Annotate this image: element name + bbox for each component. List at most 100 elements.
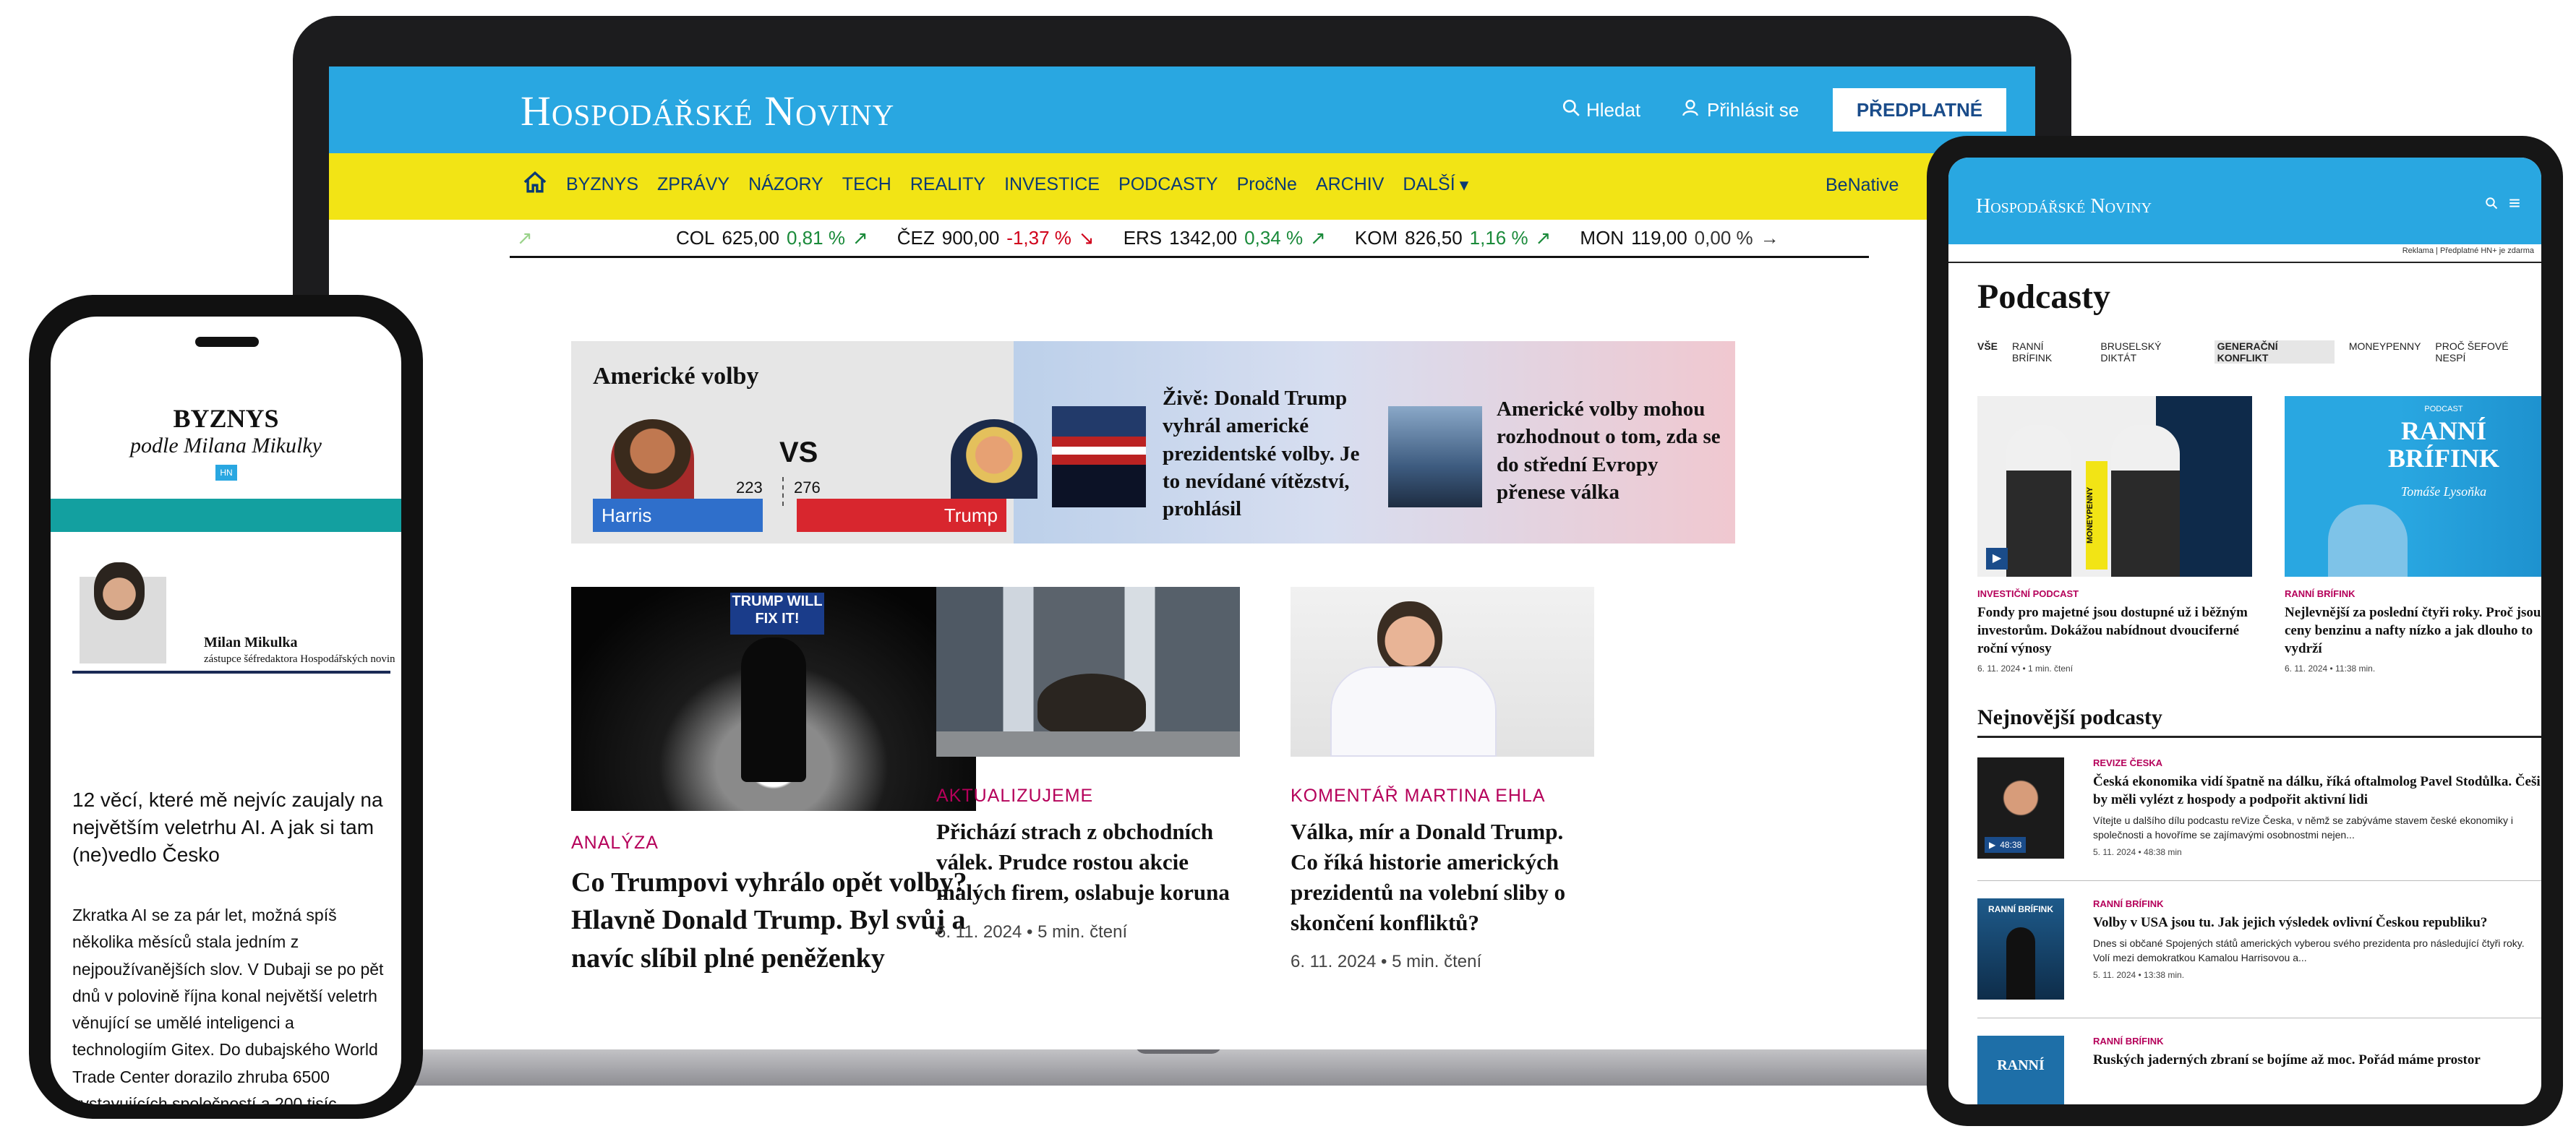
majority-divider <box>782 477 784 506</box>
column-title: BYZNYS <box>173 404 279 433</box>
ticker-change: -1,37 % <box>1006 226 1071 249</box>
ticker-item[interactable]: MON 119,00 0,00 % → <box>1580 227 1779 249</box>
podcast-title[interactable]: Nejlevnější za poslední čtyři roky. Proč… <box>2285 603 2541 658</box>
nav-item-reality[interactable]: REALITY <box>910 174 985 195</box>
play-icon: ▶ <box>1989 840 1996 850</box>
article-card[interactable]: KOMENTÁŘ MARTINA EHLA Válka, mír a Donal… <box>1291 587 1594 972</box>
caret-down-icon: ▾ <box>1459 174 1469 195</box>
ranni-brifink-title: RANNÍ BRÍFINK <box>2387 416 2500 473</box>
nav-item-tech[interactable]: TECH <box>842 174 891 195</box>
author-name[interactable]: Milan Mikulka <box>204 635 297 651</box>
ticker-price: 1342,00 <box>1169 226 1238 249</box>
ticker-price: 826,50 <box>1405 226 1463 249</box>
search-label: Hledat <box>1586 99 1641 121</box>
nav-item-byznys[interactable]: BYZNYS <box>566 174 638 195</box>
nav-item-procne[interactable]: PročNe <box>1237 174 1297 195</box>
trend-up-icon: ↗ <box>1535 226 1552 249</box>
harris-photo <box>611 419 694 499</box>
article-label: AKTUALIZUJEME <box>936 786 1094 806</box>
ticker-change: 1,16 % <box>1469 226 1528 249</box>
author-head <box>94 562 145 620</box>
ad-strip-text: Reklama | Předplatné HN+ je zdarma <box>2402 246 2534 255</box>
article-card[interactable]: AKTUALIZUJEME Přichází strach z obchodní… <box>936 587 1240 942</box>
podcast-label: REVIZE ČESKA <box>2093 757 2163 768</box>
tab-proc-sefove-nespi[interactable]: PROČ ŠEFOVÉ NESPÍ <box>2435 340 2541 364</box>
nav-benative[interactable]: BeNative <box>1826 175 1899 196</box>
search-button[interactable]: Hledat <box>1562 98 1640 122</box>
podcast-card[interactable]: RANNÍ BRÍFINK Nejlevnější za poslední čt… <box>2285 588 2541 674</box>
nav-item-more[interactable]: DALŠÍ ▾ <box>1403 174 1468 196</box>
subscribe-button[interactable]: PŘEDPLATNÉ <box>1833 88 2006 132</box>
trend-down-icon: ↘ <box>1078 226 1095 249</box>
nav-item-zpravy[interactable]: ZPRÁVY <box>657 174 729 195</box>
tab-generacni-konflikt[interactable]: GENERAČNÍ KONFLIKT <box>2214 340 2335 364</box>
ticker-price: 625,00 <box>722 226 779 249</box>
story-headline[interactable]: Americké volby mohou rozhodnout o tom, z… <box>1497 395 1721 506</box>
ticker-symbol: COL <box>676 226 715 249</box>
podcast-title[interactable]: Česká ekonomika vidí špatně na dálku, ří… <box>2093 773 2541 809</box>
ranni-brifink-sub: Tomáše Lysoňka <box>2400 484 2487 499</box>
ticker-item[interactable]: ČEZ 900,00 -1,37 % ↘ <box>897 227 1095 249</box>
article-title[interactable]: Co Trumpovi vyhrálo opět volby? Hlavně D… <box>571 864 976 977</box>
silhouette <box>741 637 806 782</box>
section-divider <box>1977 736 2541 738</box>
article-meta: 6. 11. 2024 • 5 min. čtení <box>1291 952 1482 972</box>
nav-item-archiv[interactable]: ARCHIV <box>1316 174 1384 195</box>
article-image[interactable] <box>936 587 1240 757</box>
ticker-item[interactable]: KOM 826,50 1,16 % ↗ <box>1355 227 1552 249</box>
bull-statue <box>1037 674 1146 735</box>
article-title[interactable]: Válka, mír a Donald Trump. Co říká histo… <box>1291 817 1594 937</box>
host-figure <box>2006 927 2035 1000</box>
phone-speaker <box>195 337 259 347</box>
ticker-change: 0,34 % <box>1244 226 1304 249</box>
section-title: Nejnovější podcasty <box>1977 705 2162 729</box>
row-divider <box>1977 880 2541 881</box>
nav-item-nazory[interactable]: NÁZORY <box>748 174 823 195</box>
podcast-thumbnail[interactable]: RANNÍ <box>1977 1036 2064 1104</box>
nav-item-investice[interactable]: INVESTICE <box>1004 174 1100 195</box>
podcast-card-image[interactable]: PODCAST RANNÍ BRÍFINK Tomáše Lysoňka <box>2285 396 2541 577</box>
home-icon[interactable] <box>523 171 547 199</box>
election-banner[interactable]: Americké volby VS 223 276 Harris Trump Ž… <box>571 341 1735 544</box>
story-thumbnail[interactable] <box>1052 406 1146 507</box>
laptop-screen: Hospodářské Noviny Hledat Přihlásit se P… <box>329 66 2035 1049</box>
podcast-title[interactable]: Volby v USA jsou tu. Jak jejich výsledek… <box>2093 914 2541 932</box>
podcast-thumbnail[interactable]: ▶ 48:38 <box>1977 757 2064 859</box>
login-label: Přihlásit se <box>1707 99 1800 121</box>
tab-moneypenny[interactable]: MONEYPENNY <box>2349 340 2421 364</box>
site-logo[interactable]: Hospodářské Noviny <box>1976 195 2152 218</box>
phone-screen: BYZNYS podle Milana Mikulky HN Milan Mik… <box>51 317 401 1104</box>
thumb-text: RANNÍ BRÍFINK <box>1988 904 2053 914</box>
article-title[interactable]: Přichází strach z obchodních válek. Prud… <box>936 817 1240 908</box>
podcast-label: INVESTIČNÍ PODCAST <box>1977 588 2079 599</box>
article-card[interactable]: TRUMP WILL FIX IT! ANALÝZA Co Trumpovi v… <box>571 587 976 977</box>
article-body: Zkratka AI se za pár let, možná spíš něk… <box>72 906 384 1104</box>
nav-item-podcasty[interactable]: PODCASTY <box>1118 174 1218 195</box>
podcast-title[interactable]: Fondy pro majetné jsou dostupné už i běž… <box>1977 603 2252 658</box>
story-thumbnail[interactable] <box>1388 406 1482 507</box>
nav-more-label: DALŠÍ <box>1403 174 1455 194</box>
column-subtitle: podle Milana Mikulky <box>130 434 322 458</box>
article-image[interactable] <box>1291 587 1594 757</box>
article-title[interactable]: 12 věcí, které mě nejvíc zaujaly na nejv… <box>72 786 390 868</box>
tab-ranni-brifink[interactable]: RANNÍ BRÍFINK <box>2012 340 2086 364</box>
search-icon[interactable] <box>2485 195 2498 214</box>
ticker-item[interactable]: COL 625,00 0,81 % ↗ <box>676 227 868 249</box>
tab-vse[interactable]: VŠE <box>1977 340 1998 364</box>
search-icon <box>1562 98 1580 122</box>
trend-flat-icon: → <box>1760 226 1779 249</box>
article-image[interactable]: TRUMP WILL FIX IT! <box>571 587 976 811</box>
podcast-card[interactable]: INVESTIČNÍ PODCAST Fondy pro majetné jso… <box>1977 588 2252 674</box>
menu-icon[interactable] <box>2508 195 2521 214</box>
play-icon[interactable]: ▶ <box>1986 548 2008 570</box>
tab-bruselsky-diktat[interactable]: BRUSELSKÝ DIKTÁT <box>2100 340 2199 364</box>
podcast-card-image[interactable]: MONEYPENNY ▶ <box>1977 396 2252 577</box>
person-head <box>1377 601 1442 674</box>
site-logo[interactable]: Hospodářské Noviny <box>521 87 894 135</box>
podcast-thumbnail[interactable]: RANNÍ BRÍFINK <box>1977 898 2064 1000</box>
podcast-desc: Vítejte u dalšího dílu podcastu reVize Č… <box>2093 815 2514 841</box>
story-headline[interactable]: Živě: Donald Trump vyhrál americké prezi… <box>1163 385 1379 523</box>
login-button[interactable]: Přihlásit se <box>1681 98 1799 122</box>
ticker-item[interactable]: ERS 1342,00 0,34 % ↗ <box>1124 227 1326 249</box>
podcast-title[interactable]: Ruských jaderných zbraní se bojíme až mo… <box>2093 1051 2541 1069</box>
